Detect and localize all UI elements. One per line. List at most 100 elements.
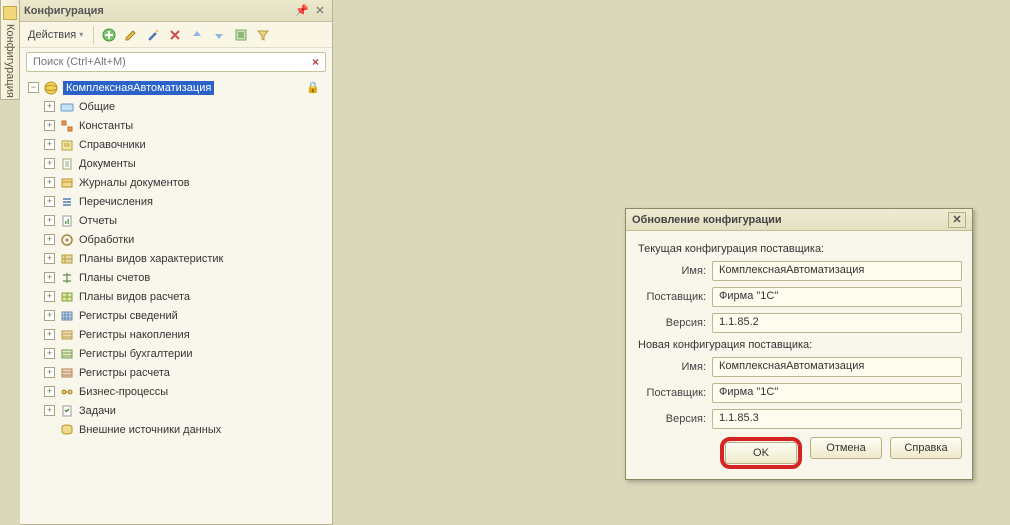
- dialog-titlebar[interactable]: Обновление конфигурации ✕: [626, 209, 972, 231]
- globe-icon: [43, 80, 59, 96]
- expand-icon[interactable]: +: [44, 405, 55, 416]
- dialog-title-text: Обновление конфигурации: [632, 214, 782, 226]
- expand-icon[interactable]: +: [44, 386, 55, 397]
- cancel-button[interactable]: Отмена: [810, 437, 882, 459]
- expand-icon[interactable]: +: [44, 139, 55, 150]
- expand-icon[interactable]: +: [44, 253, 55, 264]
- new-section-label: Новая конфигурация поставщика:: [638, 339, 962, 351]
- reports-icon: [59, 213, 75, 229]
- current-vendor-field[interactable]: Фирма "1С": [712, 287, 962, 307]
- pin-icon[interactable]: 📌: [294, 3, 310, 19]
- tree-root-label: КомплекснаяАвтоматизация: [63, 81, 214, 95]
- panel-toolbar: Действия: [20, 22, 332, 48]
- tree-item[interactable]: + Бизнес-процессы: [24, 382, 328, 401]
- expand-icon[interactable]: +: [44, 310, 55, 321]
- expand-icon[interactable]: +: [44, 120, 55, 131]
- tree-item[interactable]: + Отчеты: [24, 211, 328, 230]
- clear-search-icon[interactable]: ×: [306, 52, 326, 72]
- panel-title: Конфигурация: [24, 5, 104, 17]
- edit-icon[interactable]: [122, 26, 140, 44]
- search-input[interactable]: [26, 52, 306, 72]
- actions-menu[interactable]: Действия: [24, 27, 87, 43]
- tree-item[interactable]: + Планы видов характеристик: [24, 249, 328, 268]
- journals-icon: [59, 175, 75, 191]
- close-panel-icon[interactable]: ✕: [312, 3, 328, 19]
- tree-item[interactable]: + Обработки: [24, 230, 328, 249]
- char-types-icon: [59, 251, 75, 267]
- current-name-field[interactable]: КомплекснаяАвтоматизация: [712, 261, 962, 281]
- name-label: Имя:: [636, 265, 712, 277]
- delete-icon[interactable]: [166, 26, 184, 44]
- vertical-tab-config[interactable]: Конфигурация: [0, 0, 20, 100]
- version-label: Версия:: [636, 317, 712, 329]
- expand-icon[interactable]: +: [44, 329, 55, 340]
- documents-icon: [59, 156, 75, 172]
- tree-item[interactable]: + Документы: [24, 154, 328, 173]
- name-label: Имя:: [636, 361, 712, 373]
- tasks-icon: [59, 403, 75, 419]
- current-section-label: Текущая конфигурация поставщика:: [638, 243, 962, 255]
- processors-icon: [59, 232, 75, 248]
- dialog-close-icon[interactable]: ✕: [948, 212, 966, 228]
- vendor-label: Поставщик:: [636, 387, 712, 399]
- info-registers-icon: [59, 308, 75, 324]
- move-down-icon[interactable]: [210, 26, 228, 44]
- collapse-icon[interactable]: −: [28, 82, 39, 93]
- panel-header: Конфигурация 📌 ✕: [20, 0, 332, 22]
- tree-item[interactable]: + Планы видов расчета: [24, 287, 328, 306]
- vendor-label: Поставщик:: [636, 291, 712, 303]
- tree-item[interactable]: + Константы: [24, 116, 328, 135]
- tree-item[interactable]: + Регистры сведений: [24, 306, 328, 325]
- ok-button[interactable]: OK: [725, 442, 797, 464]
- tree-item[interactable]: + Справочники: [24, 135, 328, 154]
- tree-item-label: Обработки: [79, 233, 134, 247]
- tree-item[interactable]: + Общие: [24, 97, 328, 116]
- new-version-field[interactable]: 1.1.85.3: [712, 409, 962, 429]
- tree-root[interactable]: − КомплекснаяАвтоматизация 🔒: [24, 78, 328, 97]
- wand-icon[interactable]: [144, 26, 162, 44]
- tree-item[interactable]: + Перечисления: [24, 192, 328, 211]
- config-tree: − КомплекснаяАвтоматизация 🔒 + Общие + К…: [20, 76, 332, 441]
- tree-item[interactable]: + Журналы документов: [24, 173, 328, 192]
- tree-item[interactable]: + Регистры расчета: [24, 363, 328, 382]
- move-up-icon[interactable]: [188, 26, 206, 44]
- tree-item[interactable]: Внешние источники данных: [24, 420, 328, 439]
- tree-item[interactable]: + Планы счетов: [24, 268, 328, 287]
- ok-highlight: OK: [720, 437, 802, 469]
- new-vendor-field[interactable]: Фирма "1С": [712, 383, 962, 403]
- help-button[interactable]: Справка: [890, 437, 962, 459]
- expand-icon[interactable]: +: [44, 196, 55, 207]
- expand-icon[interactable]: +: [44, 158, 55, 169]
- acct-registers-icon: [59, 346, 75, 362]
- bprocess-icon: [59, 384, 75, 400]
- add-icon[interactable]: [100, 26, 118, 44]
- version-label: Версия:: [636, 413, 712, 425]
- calc-types-icon: [59, 289, 75, 305]
- tree-item-label: Регистры расчета: [79, 366, 170, 380]
- expand-icon[interactable]: +: [44, 348, 55, 359]
- expand-icon[interactable]: +: [44, 177, 55, 188]
- expand-icon[interactable]: +: [44, 272, 55, 283]
- expand-icon[interactable]: +: [44, 291, 55, 302]
- expand-icon[interactable]: +: [44, 367, 55, 378]
- tree-item-label: Документы: [79, 157, 136, 171]
- tree-item[interactable]: + Регистры накопления: [24, 325, 328, 344]
- tree-item-label: Перечисления: [79, 195, 153, 209]
- update-dialog: Обновление конфигурации ✕ Текущая конфиг…: [625, 208, 973, 480]
- tree-item-label: Справочники: [79, 138, 146, 152]
- current-version-field[interactable]: 1.1.85.2: [712, 313, 962, 333]
- enums-icon: [59, 194, 75, 210]
- tree-item[interactable]: + Регистры бухгалтерии: [24, 344, 328, 363]
- filter-icon[interactable]: [254, 26, 272, 44]
- tree-item-label: Планы видов характеристик: [79, 252, 223, 266]
- tree-item[interactable]: + Задачи: [24, 401, 328, 420]
- new-name-field[interactable]: КомплекснаяАвтоматизация: [712, 357, 962, 377]
- expand-icon[interactable]: +: [44, 101, 55, 112]
- sort-icon[interactable]: [232, 26, 250, 44]
- expand-placeholder: [44, 424, 55, 435]
- actions-menu-label: Действия: [28, 29, 76, 41]
- expand-icon[interactable]: +: [44, 234, 55, 245]
- config-panel: Конфигурация 📌 ✕ Действия: [20, 0, 333, 525]
- expand-icon[interactable]: +: [44, 215, 55, 226]
- tree-item-label: Внешние источники данных: [79, 423, 221, 437]
